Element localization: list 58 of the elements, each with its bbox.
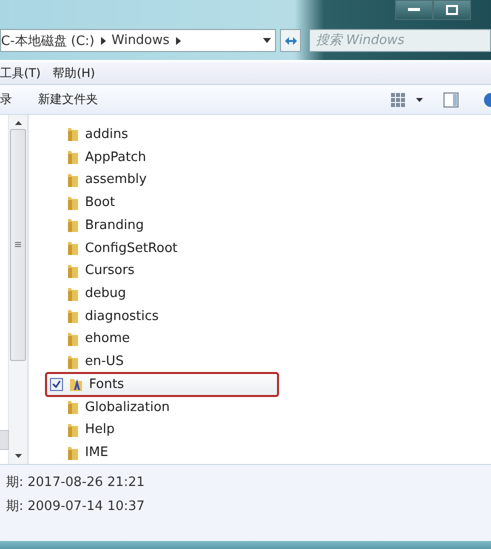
fonts-folder-icon [69, 376, 83, 392]
file-item[interactable]: Boot [46, 191, 278, 214]
file-item[interactable]: Globalization [46, 396, 278, 419]
folder-icon [67, 308, 79, 324]
folder-icon [67, 422, 79, 438]
folder-icon [67, 172, 79, 188]
file-item[interactable]: Branding [46, 214, 278, 237]
folder-icon [67, 286, 79, 302]
folder-icon [67, 194, 79, 211]
caret-icon[interactable] [416, 98, 423, 102]
file-item[interactable]: en-US [46, 350, 278, 374]
folder-icon [67, 444, 79, 461]
dropdown-icon[interactable] [263, 38, 272, 43]
chevron-icon[interactable] [176, 36, 181, 44]
file-item[interactable]: Help [46, 418, 278, 442]
file-item[interactable]: ehome [46, 328, 278, 350]
chevron-icon[interactable] [100, 36, 106, 44]
scroll-up-icon[interactable] [14, 121, 22, 125]
menu-item[interactable]: 帮助(H) [52, 64, 96, 82]
folder-icon [67, 149, 79, 166]
folder-icon [67, 262, 79, 279]
file-item[interactable]: debug [46, 282, 278, 305]
file-item[interactable]: assembly [46, 168, 278, 192]
file-item[interactable]: diagnostics [46, 304, 278, 328]
scrollbar[interactable] [8, 115, 28, 464]
maximize-button[interactable] [433, 0, 471, 20]
menu-item[interactable]: 工具(T) [0, 64, 41, 82]
folder-icon [67, 217, 79, 234]
folder-icon [67, 240, 79, 256]
file-item[interactable]: Cursors [46, 259, 278, 282]
minimize-icon [408, 8, 420, 12]
preview-pane-icon[interactable] [443, 92, 459, 108]
help-icon[interactable] [481, 92, 491, 108]
file-item[interactable]: AppPatch [46, 146, 278, 168]
address-bar[interactable]: C-本地磁盘 (C:) Windows [0, 29, 276, 52]
file-item[interactable]: Fonts [46, 373, 278, 396]
maximize-icon [446, 5, 458, 15]
minimize-button[interactable] [395, 0, 433, 20]
breadcrumb[interactable]: Windows [112, 33, 170, 48]
file-item[interactable]: addins [46, 123, 278, 146]
file-item[interactable]: ConfigSetRoot [46, 236, 278, 260]
toolbar-button[interactable]: 新建文件夹 [38, 91, 98, 108]
folder-icon [67, 330, 79, 347]
detail-text: 期: 2009-07-14 10:37 [6, 498, 146, 515]
folder-icon [67, 126, 79, 142]
folder-icon [67, 354, 79, 370]
refresh-button[interactable] [280, 29, 301, 52]
file-item[interactable]: IME [46, 441, 278, 464]
search-field[interactable]: 搜索 Windows [309, 29, 491, 52]
checkbox[interactable] [50, 378, 63, 391]
refresh-icon [284, 34, 298, 46]
toolbar-button[interactable]: 录 [0, 91, 12, 108]
breadcrumb[interactable]: C-本地磁盘 (C:) [1, 32, 95, 50]
view-icon[interactable] [390, 92, 406, 108]
grip-icon [15, 242, 21, 248]
detail-text: 期: 2017-08-26 21:21 [6, 474, 146, 491]
folder-icon [67, 399, 79, 416]
scroll-down-icon[interactable] [14, 454, 22, 458]
